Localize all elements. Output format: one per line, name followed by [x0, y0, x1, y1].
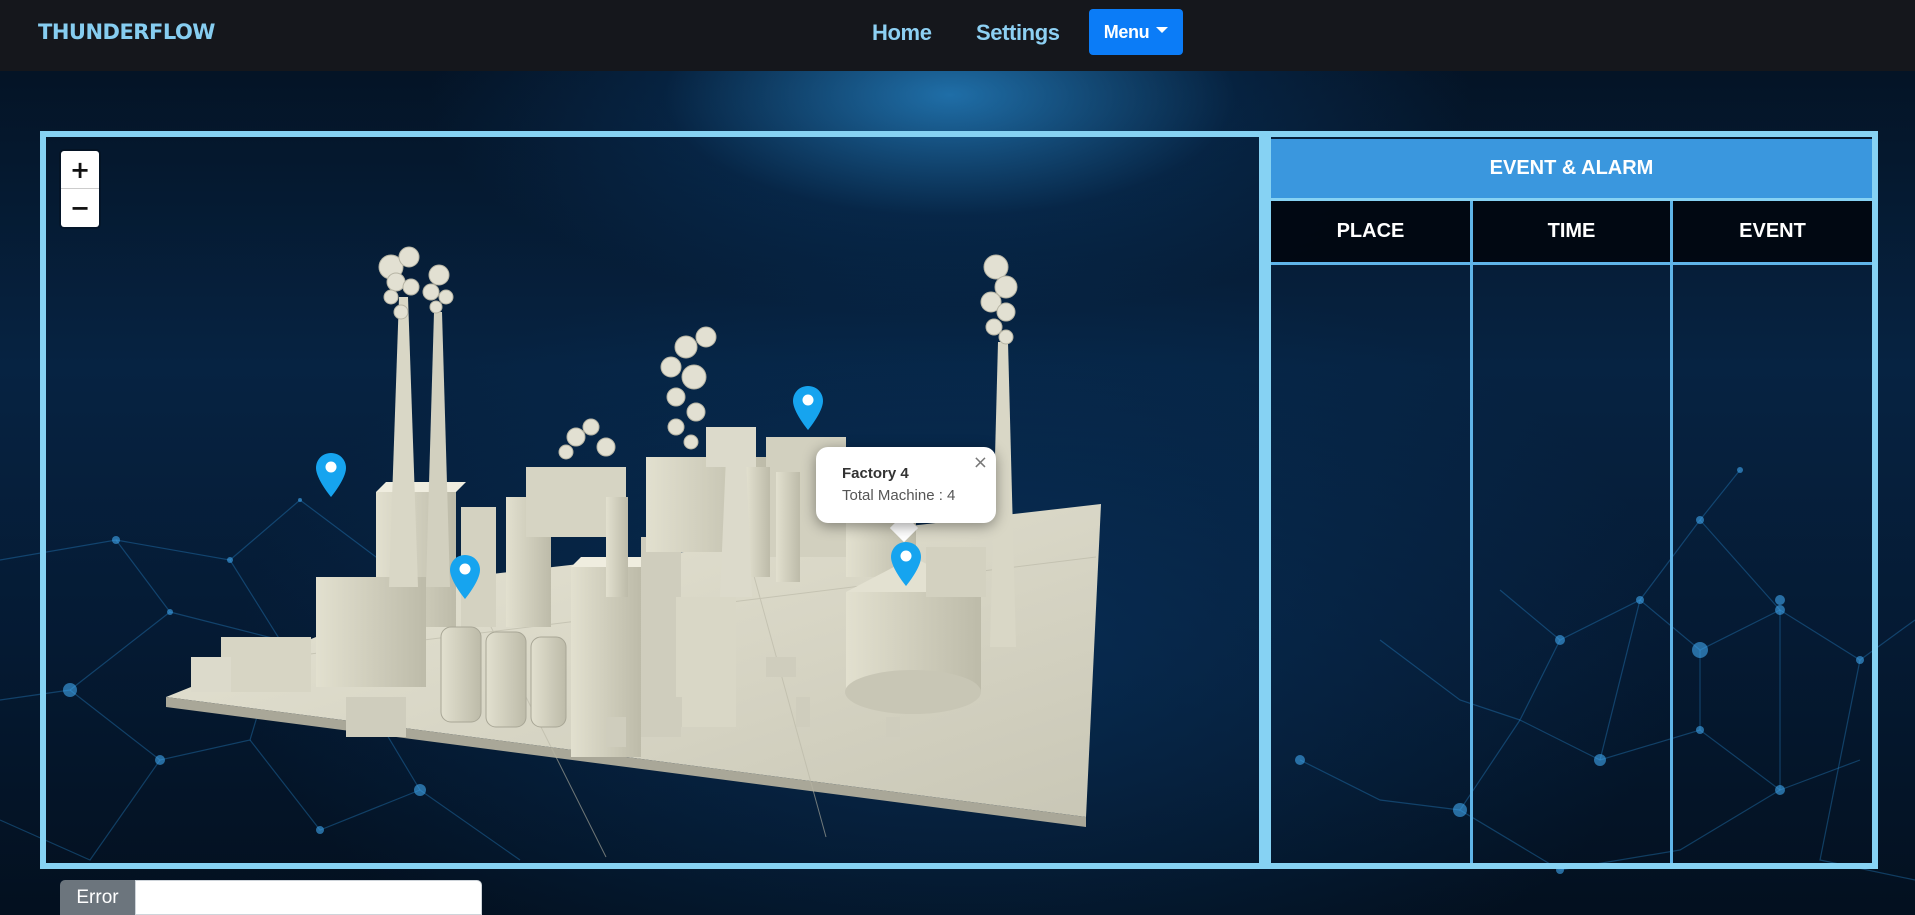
error-input[interactable]: [135, 880, 482, 915]
brand-logo[interactable]: THUNDERFLOW: [38, 20, 215, 44]
popup-title: Factory 4: [842, 465, 909, 482]
map-marker-icon[interactable]: [791, 384, 825, 432]
map-marker-icon[interactable]: [889, 540, 923, 588]
factory-popup: Factory 4 Total Machine : 4 ×: [816, 447, 996, 523]
close-icon[interactable]: ×: [973, 452, 988, 473]
popup-machine-count: Total Machine : 4: [842, 487, 956, 504]
map-marker-icon[interactable]: [448, 553, 482, 601]
menu-button-label: Menu: [1103, 21, 1150, 42]
zoom-in-button[interactable]: +: [61, 151, 99, 189]
caret-down-icon: [1156, 27, 1169, 33]
nav-home-link[interactable]: Home: [872, 20, 932, 46]
panel-title: EVENT & ALARM: [1271, 139, 1872, 198]
nav-settings-link[interactable]: Settings: [976, 20, 1060, 46]
column-divider: [1670, 201, 1673, 863]
column-header-place: PLACE: [1271, 201, 1470, 262]
menu-dropdown-button[interactable]: Menu: [1089, 9, 1183, 55]
top-navbar: THUNDERFLOW Home Settings Menu: [0, 0, 1915, 71]
panel-divider: [1259, 137, 1271, 863]
map-marker-icon[interactable]: [314, 451, 348, 499]
column-header-time: TIME: [1473, 201, 1670, 262]
event-alarm-panel: EVENT & ALARM PLACE TIME EVENT: [1271, 137, 1872, 863]
factory-3d-illustration: [166, 246, 1101, 858]
column-header-event: EVENT: [1673, 201, 1872, 262]
zoom-out-button[interactable]: −: [61, 189, 99, 227]
zoom-control: + −: [61, 151, 99, 227]
divider: [1271, 262, 1872, 265]
column-divider: [1470, 201, 1473, 863]
factory-map[interactable]: [46, 137, 1259, 863]
error-label: Error: [60, 880, 135, 915]
